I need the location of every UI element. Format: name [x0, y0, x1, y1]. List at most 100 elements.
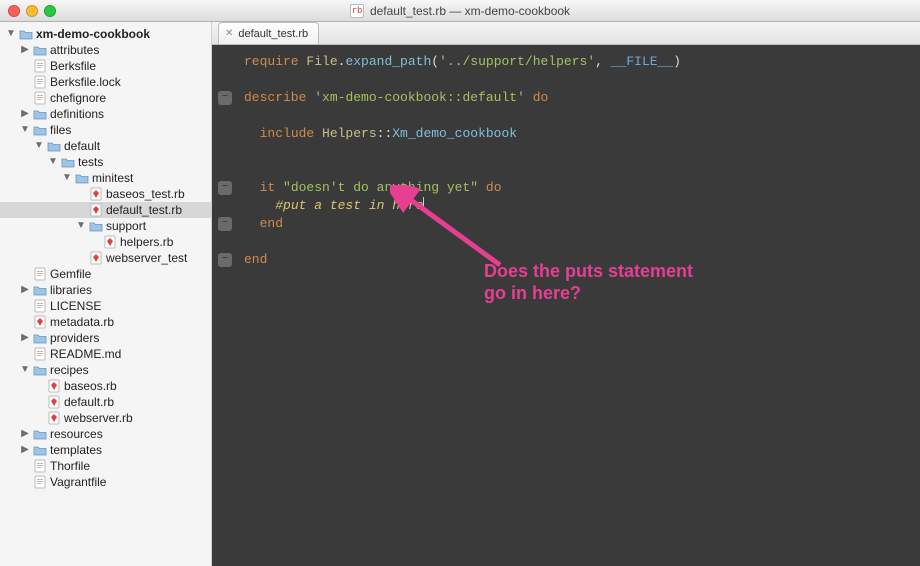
folder-icon — [88, 220, 104, 232]
ruby-file-icon — [32, 315, 48, 329]
gutter-cell[interactable]: − — [212, 215, 238, 233]
tree-item[interactable]: Gemfile — [0, 266, 211, 282]
tree-item[interactable]: chefignore — [0, 90, 211, 106]
disclosure-triangle[interactable]: ▶ — [18, 42, 32, 58]
tree-item[interactable]: ▶ attributes — [0, 42, 211, 58]
disclosure-triangle[interactable]: ▼ — [32, 138, 46, 154]
tree-item-label: providers — [50, 330, 99, 346]
folder-icon — [18, 28, 34, 40]
fold-toggle-icon[interactable]: − — [218, 91, 232, 105]
tree-item[interactable]: baseos_test.rb — [0, 186, 211, 202]
tree-item-label: default.rb — [64, 394, 114, 410]
tree-item[interactable]: ▼ xm-demo-cookbook — [0, 26, 211, 42]
tree-item[interactable]: ▼ minitest — [0, 170, 211, 186]
tree-item[interactable]: ▼files — [0, 122, 211, 138]
gutter-cell — [212, 197, 238, 215]
code-editor[interactable]: − − − − require File.expand_path('../suppor… — [212, 45, 920, 566]
ruby-file-icon — [88, 203, 104, 217]
tree-item[interactable]: README.md — [0, 346, 211, 362]
tree-item[interactable]: ▶ resources — [0, 426, 211, 442]
file-icon — [32, 347, 48, 361]
gutter-cell — [212, 53, 238, 71]
tree-item[interactable]: ▼ tests — [0, 154, 211, 170]
tree-item[interactable]: ▼recipes — [0, 362, 211, 378]
disclosure-triangle[interactable]: ▼ — [18, 122, 32, 138]
disclosure-triangle[interactable]: ▼ — [18, 362, 32, 378]
close-tab-icon[interactable]: ✕ — [225, 28, 233, 39]
tree-item[interactable]: helpers.rb — [0, 234, 211, 250]
gutter[interactable]: − − − − — [212, 45, 238, 566]
tree-item-label: webserver_test — [106, 250, 187, 266]
tree-item[interactable]: ▶templates — [0, 442, 211, 458]
file-tree[interactable]: ▼xm-demo-cookbook▶attributesBerksfileBer… — [0, 26, 211, 490]
tree-item-label: chefignore — [50, 90, 106, 106]
close-window-button[interactable] — [8, 5, 20, 17]
gutter-cell[interactable]: − — [212, 89, 238, 107]
disclosure-triangle[interactable]: ▶ — [18, 426, 32, 442]
fold-toggle-icon[interactable]: − — [218, 253, 232, 267]
tree-item-label: default_test.rb — [106, 202, 182, 218]
tree-item[interactable]: baseos.rb — [0, 378, 211, 394]
window-title: rb default_test.rb — xm-demo-cookbook — [0, 4, 920, 18]
ruby-file-icon — [46, 411, 62, 425]
folder-icon — [32, 332, 48, 344]
tree-item-label: README.md — [50, 346, 121, 362]
tree-item[interactable]: ▼support — [0, 218, 211, 234]
tree-item-label: resources — [50, 426, 103, 442]
tree-item[interactable]: default_test.rb — [0, 202, 211, 218]
disclosure-triangle[interactable]: ▶ — [18, 442, 32, 458]
tree-item-label: minitest — [92, 170, 133, 186]
disclosure-triangle[interactable]: ▶ — [18, 106, 32, 122]
tree-item[interactable]: Thorfile — [0, 458, 211, 474]
tree-item[interactable]: ▶ providers — [0, 330, 211, 346]
file-type-badge: rb — [350, 4, 364, 18]
folder-icon — [32, 124, 48, 136]
gutter-cell — [212, 71, 238, 89]
disclosure-triangle[interactable]: ▶ — [18, 330, 32, 346]
tree-item-label: default — [64, 138, 100, 154]
tree-item-label: tests — [78, 154, 103, 170]
minimize-window-button[interactable] — [26, 5, 38, 17]
tree-item-label: xm-demo-cookbook — [36, 26, 150, 42]
disclosure-triangle[interactable]: ▼ — [46, 154, 60, 170]
file-icon — [32, 75, 48, 89]
tab-strip[interactable]: ✕ default_test.rb — [212, 22, 920, 45]
folder-icon — [32, 284, 48, 296]
tree-item[interactable]: ▼ default — [0, 138, 211, 154]
tree-item[interactable]: LICENSE — [0, 298, 211, 314]
file-icon — [32, 91, 48, 105]
window-title-text: default_test.rb — xm-demo-cookbook — [370, 4, 570, 18]
gutter-cell — [212, 233, 238, 251]
tree-item[interactable]: ▶libraries — [0, 282, 211, 298]
disclosure-triangle[interactable]: ▼ — [74, 218, 88, 234]
disclosure-triangle[interactable]: ▼ — [60, 170, 74, 186]
tree-item[interactable]: webserver.rb — [0, 410, 211, 426]
tree-item-label: webserver.rb — [64, 410, 133, 426]
tree-item[interactable]: webserver_test — [0, 250, 211, 266]
disclosure-triangle[interactable]: ▶ — [18, 282, 32, 298]
disclosure-triangle[interactable]: ▼ — [4, 26, 18, 42]
file-icon — [32, 267, 48, 281]
gutter-cell[interactable]: − — [212, 179, 238, 197]
editor-area: ✕ default_test.rb − − − − require File.expa… — [212, 22, 920, 566]
gutter-cell[interactable]: − — [212, 251, 238, 269]
tree-item[interactable]: metadata.rb — [0, 314, 211, 330]
fold-toggle-icon[interactable]: − — [218, 181, 232, 195]
zoom-window-button[interactable] — [44, 5, 56, 17]
code-lines[interactable]: require File.expand_path('../support/hel… — [238, 45, 920, 566]
fold-toggle-icon[interactable]: − — [218, 217, 232, 231]
tree-item[interactable]: Berksfile — [0, 58, 211, 74]
tab-default-test[interactable]: ✕ default_test.rb — [218, 22, 319, 44]
text-caret — [423, 197, 424, 211]
tree-item[interactable]: ▶definitions — [0, 106, 211, 122]
file-icon — [32, 459, 48, 473]
tree-item-label: attributes — [50, 42, 99, 58]
folder-icon — [32, 44, 48, 56]
tree-item[interactable]: Vagrantfile — [0, 474, 211, 490]
tree-item[interactable]: default.rb — [0, 394, 211, 410]
tree-item[interactable]: Berksfile.lock — [0, 74, 211, 90]
file-icon — [32, 59, 48, 73]
project-sidebar[interactable]: ▼xm-demo-cookbook▶attributesBerksfileBer… — [0, 22, 212, 566]
folder-icon — [60, 156, 76, 168]
tree-item-label: Thorfile — [50, 458, 90, 474]
